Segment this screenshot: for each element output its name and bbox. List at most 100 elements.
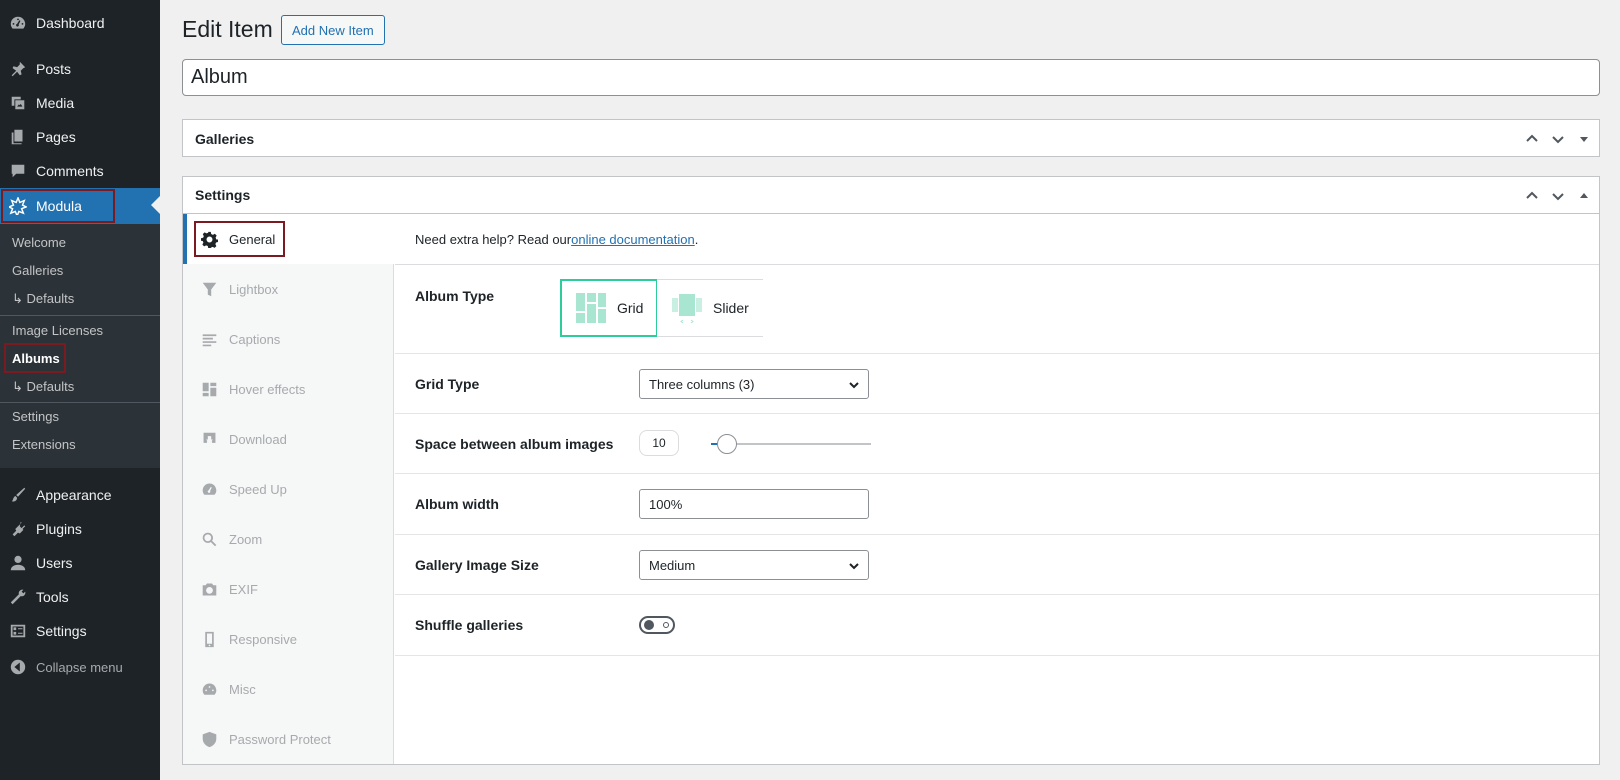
- tab-label: Captions: [229, 331, 281, 347]
- wrench-icon: [0, 588, 36, 606]
- tab-download[interactable]: Download: [183, 414, 394, 464]
- submenu-albums[interactable]: Albums: [12, 347, 60, 369]
- grid-type-select[interactable]: Three columns (3): [639, 369, 869, 399]
- search-icon: [199, 529, 219, 549]
- option-label: Slider: [713, 300, 749, 316]
- album-type-grid-option[interactable]: Grid: [560, 279, 659, 337]
- settings-tabs: General Lightbox Captions Hover effects …: [183, 214, 395, 764]
- modula-icon: [0, 197, 36, 215]
- tab-speed-up[interactable]: Speed Up: [183, 464, 394, 514]
- brush-icon: [0, 486, 36, 504]
- tab-label: Speed Up: [229, 481, 287, 497]
- help-text: Need extra help? Read our online documen…: [395, 214, 1599, 265]
- online-documentation-link[interactable]: online documentation: [571, 232, 695, 247]
- menu-appearance[interactable]: Appearance: [0, 478, 160, 512]
- submenu-galleries-defaults[interactable]: ↳ Defaults: [12, 288, 74, 310]
- submenu-galleries[interactable]: Galleries: [12, 259, 63, 281]
- toggle-panel-button[interactable]: [1575, 130, 1593, 148]
- user-icon: [0, 554, 36, 572]
- album-width-label: Album width: [415, 496, 499, 512]
- menu-users[interactable]: Users: [0, 546, 160, 580]
- menu-pages[interactable]: Pages: [0, 120, 160, 154]
- chevron-down-icon: [848, 560, 860, 572]
- tab-label: General: [229, 231, 276, 247]
- album-width-input[interactable]: [639, 489, 869, 519]
- lines-icon: [199, 329, 219, 349]
- menu-modula[interactable]: Modula: [0, 188, 160, 224]
- tab-misc[interactable]: Misc: [183, 664, 394, 714]
- space-between-value[interactable]: 10: [639, 430, 679, 456]
- menu-media[interactable]: Media: [0, 86, 160, 120]
- submenu-settings[interactable]: Settings: [12, 405, 59, 427]
- menu-dashboard[interactable]: Dashboard: [0, 6, 160, 40]
- tab-label: EXIF: [229, 581, 258, 597]
- menu-label: Dashboard: [36, 15, 105, 31]
- tab-captions[interactable]: Captions: [183, 314, 394, 364]
- caret-down-icon: [1580, 136, 1588, 142]
- layout-icon: [199, 379, 219, 399]
- tab-label: Lightbox: [229, 281, 279, 297]
- tab-hover-effects[interactable]: Hover effects: [183, 364, 394, 414]
- tab-responsive[interactable]: Responsive: [183, 614, 394, 664]
- tab-general[interactable]: General: [183, 214, 395, 264]
- help-prefix: Need extra help? Read our: [415, 231, 572, 247]
- slider-layout-icon: [672, 294, 702, 324]
- menu-plugins[interactable]: Plugins: [0, 512, 160, 546]
- admin-sidebar: Dashboard Posts Media Pages Comments Mod…: [0, 0, 160, 780]
- tab-label: Zoom: [229, 531, 263, 547]
- album-type-slider-option[interactable]: Slider: [657, 279, 763, 337]
- shuffle-galleries-label: Shuffle galleries: [415, 617, 524, 633]
- submenu-image-licenses[interactable]: Image Licenses: [12, 319, 103, 341]
- submenu-divider: [0, 402, 160, 403]
- media-icon: [0, 94, 36, 112]
- menu-settings[interactable]: Settings: [0, 614, 160, 648]
- menu-label: Plugins: [36, 521, 82, 537]
- gallery-image-size-select[interactable]: Medium: [639, 550, 869, 580]
- tab-label: Misc: [229, 681, 256, 697]
- postbox-controls: [1523, 177, 1593, 214]
- menu-label: Settings: [36, 623, 87, 639]
- settings-icon: [0, 622, 36, 640]
- galleries-postbox-header[interactable]: Galleries: [183, 120, 1599, 157]
- plug-icon: [0, 520, 36, 538]
- album-width-row: Album width: [395, 474, 1599, 535]
- modula-submenu: Welcome Galleries ↳ Defaults Image Licen…: [0, 224, 160, 468]
- camera-icon: [199, 579, 219, 599]
- move-down-button[interactable]: [1549, 130, 1567, 148]
- slider-handle[interactable]: [717, 434, 737, 454]
- menu-posts[interactable]: Posts: [0, 52, 160, 86]
- submenu-albums-defaults[interactable]: ↳ Defaults: [12, 376, 74, 398]
- chevron-up-icon: [1526, 134, 1538, 142]
- phone-icon: [199, 629, 219, 649]
- dashboard-icon: [0, 14, 36, 32]
- collapse-menu-button[interactable]: Collapse menu: [0, 650, 160, 684]
- pin-icon: [0, 60, 36, 78]
- tab-password-protect[interactable]: Password Protect: [183, 714, 394, 764]
- tab-zoom[interactable]: Zoom: [183, 514, 394, 564]
- tab-lightbox[interactable]: Lightbox: [183, 264, 394, 314]
- space-between-slider[interactable]: [711, 434, 871, 454]
- speedometer-icon: [199, 479, 219, 499]
- gallery-image-size-label: Gallery Image Size: [415, 557, 539, 573]
- grid-layout-icon: [576, 293, 606, 323]
- menu-tools[interactable]: Tools: [0, 580, 160, 614]
- menu-label: Users: [36, 555, 73, 571]
- move-up-button[interactable]: [1523, 130, 1541, 148]
- chevron-up-icon: [1526, 191, 1538, 199]
- submenu-extensions[interactable]: Extensions: [12, 433, 76, 455]
- move-up-button[interactable]: [1523, 187, 1541, 205]
- shuffle-galleries-toggle[interactable]: [639, 616, 675, 634]
- settings-postbox-header[interactable]: Settings: [183, 177, 1599, 214]
- space-between-label: Space between album images: [415, 436, 614, 452]
- grid-type-label: Grid Type: [415, 376, 480, 392]
- tab-exif[interactable]: EXIF: [183, 564, 394, 614]
- submenu-welcome[interactable]: Welcome: [12, 231, 66, 253]
- item-title-input[interactable]: [182, 59, 1600, 96]
- help-suffix: .: [694, 231, 699, 247]
- add-new-item-button[interactable]: Add New Item: [281, 15, 385, 45]
- move-down-button[interactable]: [1549, 187, 1567, 205]
- menu-comments[interactable]: Comments: [0, 154, 160, 188]
- toggle-panel-button[interactable]: [1575, 187, 1593, 205]
- chevron-down-icon: [1552, 192, 1564, 200]
- grid-type-row: Grid Type Three columns (3): [395, 354, 1599, 414]
